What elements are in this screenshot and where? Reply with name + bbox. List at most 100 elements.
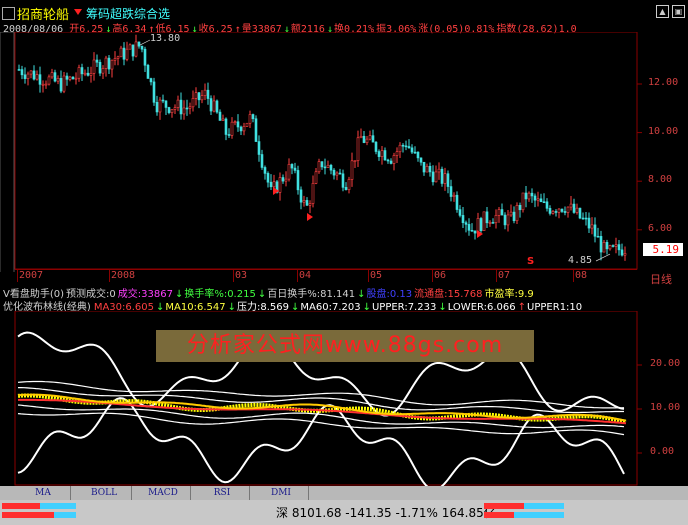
candle-body [113,58,117,61]
candle-body [89,73,93,76]
candle-body [86,72,90,76]
candle-body [575,207,579,213]
candle-body [356,137,360,161]
candle-body [551,211,555,214]
candle-body [173,107,177,110]
stock-chart-window: 招商轮船 筹码超跌综合选 ▲ ▣ 2008/08/06 开6.25 ↓高6.34 ↑低… [0,0,688,525]
candle-body [191,98,195,108]
index-change: -141.35 [345,506,392,520]
candle-body [119,47,123,58]
window-close-icon[interactable]: ▣ [672,5,685,18]
candle-body [449,186,453,197]
candle-body [557,208,561,213]
candle-body [77,67,81,79]
status-bar: 深 8101.68 -141.35 -1.71% 164.85亿 [0,500,688,525]
buy-signal-marker [307,213,313,221]
current-price-tag: 5.19 [643,243,683,256]
time-axis-tick [368,269,369,282]
candle-body [290,164,294,169]
watermark-banner: 分析家公式网www.88gs.com [156,330,534,362]
candle-body [92,59,96,74]
candle-body [374,141,378,152]
candle-body [263,167,267,174]
candle-body [98,61,102,74]
formula-dropdown-icon[interactable] [74,9,82,15]
candle-body [227,134,231,136]
candle-body [326,164,330,168]
candle-body [62,75,66,92]
price-candlestick-chart[interactable] [0,32,688,272]
candle-body [560,208,564,212]
candle-body [470,230,474,232]
candle-body [95,59,99,63]
candle-body [530,192,534,197]
candle-body [536,198,540,201]
market-index-summary[interactable]: 深 8101.68 -141.35 -1.71% 164.85亿 [276,504,496,521]
candle-body [248,114,252,124]
candle-body [323,166,327,169]
candle-body [488,222,492,224]
time-axis-label: 05 [370,270,383,281]
candle-body [254,118,258,142]
time-axis-label: 03 [235,270,248,281]
candle-body [281,177,285,182]
period-label[interactable]: 日线 [650,271,672,287]
up-volume-bar [2,512,54,518]
candle-body [182,107,186,115]
candle-body [200,95,204,101]
candle-body [482,211,486,232]
candle-body [446,173,450,187]
candle-body [161,99,165,102]
right-down-volume-bar [514,512,564,518]
candle-body [593,224,597,237]
candle-body [377,151,381,157]
candle-body [332,169,336,176]
candle-body [23,74,27,79]
candle-body [257,141,261,155]
window-pin-icon[interactable]: ▲ [656,5,669,18]
candle-body [260,154,264,168]
candle-body [20,69,24,76]
candle-body [215,100,219,113]
time-axis-tick [109,269,110,282]
candle-body [299,189,303,203]
candle-body [347,179,351,190]
candle-body [251,114,255,120]
candle-body [533,195,537,201]
window-icon[interactable] [2,7,15,20]
candle-body [413,151,417,154]
candle-body [164,100,168,108]
candle-body [419,157,423,163]
candle-body [155,102,159,113]
tab-boll[interactable]: BOLL [77,486,132,500]
candle-body [458,209,462,216]
candle-body [329,164,333,171]
candle-body [311,183,315,204]
candle-body [581,217,585,220]
candle-body [485,211,489,224]
tab-rsi[interactable]: RSI [195,486,250,500]
candle-body [320,161,324,168]
price-axis-label: 12.00 [648,77,679,88]
candle-body [80,67,84,75]
candle-body [110,59,114,70]
tab-macd[interactable]: MACD [136,486,191,500]
sell-signal-marker: S [527,256,535,267]
candle-body [491,222,495,224]
candle-body [131,44,135,57]
candle-body [578,207,582,219]
candle-body [242,126,246,132]
tab-ma[interactable]: MA [16,486,71,500]
candle-body [380,150,384,157]
candle-body [26,73,30,79]
candle-body [107,57,111,70]
right-up-ratio-bar [484,503,524,509]
candle-body [563,211,567,213]
candle-body [101,68,105,74]
candle-body [599,236,603,253]
tab-dmi[interactable]: DMI [254,486,309,500]
candle-body [176,99,180,108]
time-axis-tick [17,269,18,282]
candle-body [404,145,408,148]
down-ratio-bar [40,503,76,509]
